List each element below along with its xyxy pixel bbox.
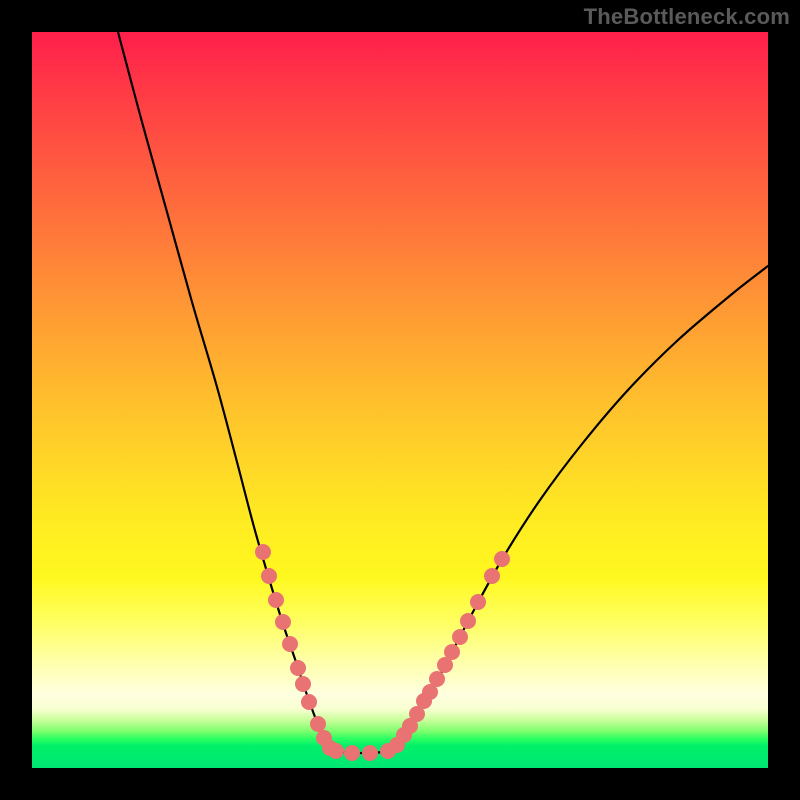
data-dot [261,568,277,584]
data-dot [429,671,445,687]
data-dot [362,745,378,761]
data-dot [310,716,326,732]
chart-stage: TheBottleneck.com [0,0,800,800]
data-dot [470,594,486,610]
data-dot [452,629,468,645]
curve-svg [32,32,768,768]
data-dot [484,568,500,584]
data-dot [444,644,460,660]
watermark-text: TheBottleneck.com [584,4,790,30]
data-dot [301,694,317,710]
data-dot [275,614,291,630]
data-dot [268,592,284,608]
plot-area [32,32,768,768]
data-dot [255,544,271,560]
data-dot [328,743,344,759]
data-dot [282,636,298,652]
data-dot [344,745,360,761]
data-dot [460,613,476,629]
data-dot [494,551,510,567]
bottleneck-curve [118,32,768,753]
data-dot [295,676,311,692]
data-dot [290,660,306,676]
